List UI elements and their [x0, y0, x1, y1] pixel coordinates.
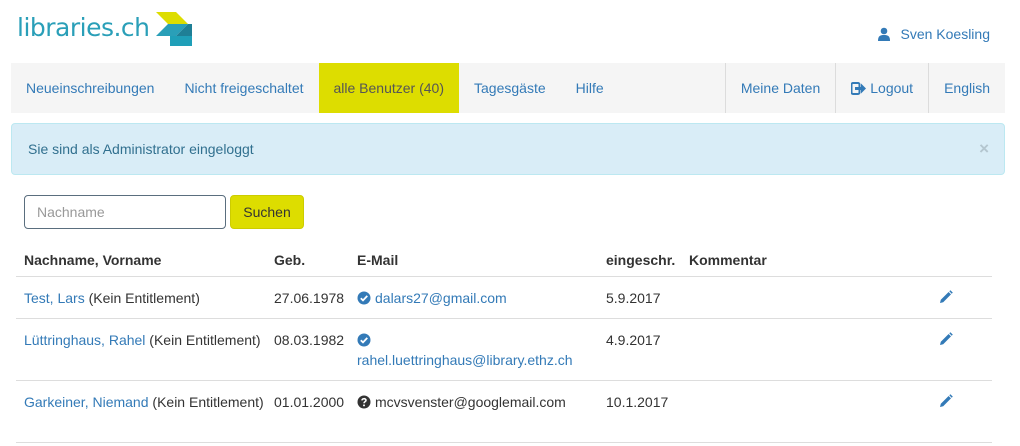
email-cell: rahel.luettringhaus@library.ethz.ch: [357, 330, 602, 370]
nav-item-hilfe[interactable]: Hilfe: [561, 63, 619, 113]
verified-check-icon: [357, 333, 371, 347]
user-name-cell: Test, Lars (Kein Entitlement): [24, 288, 264, 308]
nav-item-english[interactable]: English: [928, 63, 1005, 113]
user-name-cell: Garkeiner, Niemand (Kein Entitlement): [24, 392, 264, 412]
verified-check-icon: [357, 291, 371, 305]
search-button[interactable]: Suchen: [230, 195, 304, 229]
restricted-date-cell: 5.9.2017: [606, 290, 661, 306]
brand-logo[interactable]: libraries.ch: [17, 10, 194, 50]
edit-pencil-icon[interactable]: [938, 289, 954, 310]
logo-mark-icon: [154, 10, 194, 50]
nav-item-nicht-freigeschaltet[interactable]: Nicht freigeschaltet: [169, 63, 318, 113]
table-row: Lüttringhaus, Rahel (Kein Entitlement) 0…: [16, 319, 992, 381]
header-restricted: eingeschr.: [606, 252, 676, 268]
main-navbar: Neueinschreibungen Nicht freigeschaltet …: [11, 63, 1005, 113]
email-link[interactable]: rahel.luettringhaus@library.ethz.ch: [357, 352, 573, 368]
users-table: Nachname, Vorname Geb. E-Mail eingeschr.…: [16, 244, 992, 443]
close-icon[interactable]: ×: [979, 139, 989, 159]
logout-icon: [851, 81, 867, 95]
entitlement-note: (Kein Entitlement): [145, 332, 261, 348]
nav-left: Neueinschreibungen Nicht freigeschaltet …: [11, 63, 619, 113]
email-cell: mcvsvenster@googlemail.com: [357, 392, 602, 412]
question-circle-icon: [357, 395, 371, 409]
user-name: Sven Koesling: [900, 26, 990, 42]
edit-pencil-icon[interactable]: [938, 331, 954, 352]
user-link[interactable]: Lüttringhaus, Rahel: [24, 332, 145, 348]
alert-message: Sie sind als Administrator eingeloggt: [28, 141, 254, 157]
user-name-cell: Lüttringhaus, Rahel (Kein Entitlement): [24, 330, 264, 350]
birthdate-cell: 01.01.2000: [274, 394, 345, 410]
user-link[interactable]: Test, Lars: [24, 290, 85, 306]
nav-item-meine-daten[interactable]: Meine Daten: [724, 63, 835, 113]
email-link[interactable]: dalars27@gmail.com: [375, 290, 507, 306]
restricted-date-cell: 10.1.2017: [606, 394, 669, 410]
nav-item-neueinschreibungen[interactable]: Neueinschreibungen: [11, 63, 169, 113]
header-birthdate: Geb.: [274, 252, 306, 268]
email-text: mcvsvenster@googlemail.com: [375, 394, 566, 410]
email-cell: dalars27@gmail.com: [357, 288, 602, 308]
entitlement-note: (Kein Entitlement): [148, 394, 264, 410]
entitlement-note: (Kein Entitlement): [84, 290, 200, 306]
user-link[interactable]: Garkeiner, Niemand: [24, 394, 149, 410]
nav-right: Meine Daten Logout English: [724, 63, 1005, 113]
edit-pencil-icon[interactable]: [938, 393, 954, 414]
header-email: E-Mail: [357, 252, 399, 268]
header-name: Nachname, Vorname: [24, 252, 162, 268]
table-header: Nachname, Vorname Geb. E-Mail eingeschr.…: [16, 244, 992, 277]
header-comment: Kommentar: [689, 252, 767, 268]
birthdate-cell: 08.03.1982: [274, 332, 345, 348]
table-row: Garkeiner, Niemand (Kein Entitlement) 01…: [16, 381, 992, 443]
birthdate-cell: 27.06.1978: [274, 290, 345, 306]
info-alert: Sie sind als Administrator eingeloggt ×: [11, 123, 1005, 175]
nav-item-tagesgaeste[interactable]: Tagesgäste: [459, 63, 561, 113]
restricted-date-cell: 4.9.2017: [606, 332, 661, 348]
user-menu[interactable]: Sven Koesling: [877, 26, 990, 42]
table-row: Test, Lars (Kein Entitlement) 27.06.1978…: [16, 277, 992, 319]
nav-item-logout[interactable]: Logout: [835, 63, 928, 113]
search-input[interactable]: [24, 195, 226, 229]
logo-text: libraries.ch: [17, 13, 150, 42]
user-icon: [878, 27, 891, 41]
nav-item-alle-benutzer[interactable]: alle Benutzer (40): [318, 63, 460, 113]
